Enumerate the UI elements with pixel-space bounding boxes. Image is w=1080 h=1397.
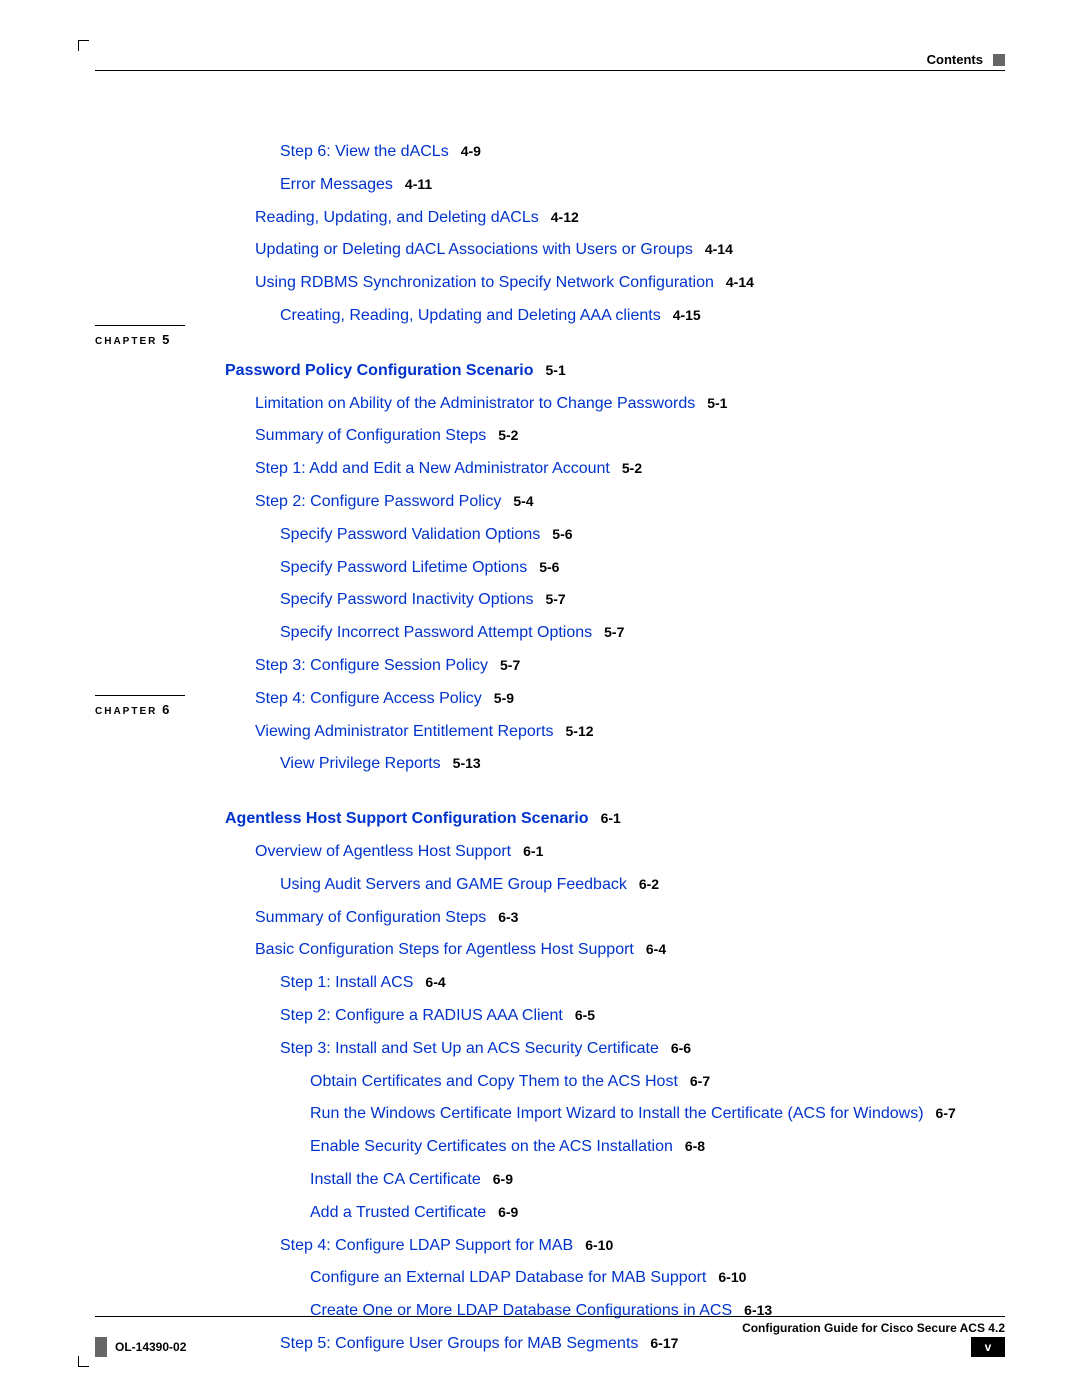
toc-chapter-title[interactable]: Agentless Host Support Configuration Sce… xyxy=(225,810,589,827)
footer-doc-title: Configuration Guide for Cisco Secure ACS… xyxy=(95,1321,1005,1335)
chapter-rule xyxy=(95,325,185,326)
page-ref: 6-7 xyxy=(936,1105,956,1121)
toc-link[interactable]: Error Messages xyxy=(280,176,393,193)
footer-marker-icon xyxy=(95,1337,107,1357)
toc-link[interactable]: Specify Incorrect Password Attempt Optio… xyxy=(280,624,592,641)
header-rule xyxy=(95,70,1005,71)
toc-link[interactable]: Step 3: Configure Session Policy xyxy=(255,657,488,674)
toc-link[interactable]: Summary of Configuration Steps xyxy=(255,909,486,926)
toc-link[interactable]: Using RDBMS Synchronization to Specify N… xyxy=(255,274,714,291)
page-ref: 6-4 xyxy=(425,974,445,990)
toc-link[interactable]: Viewing Administrator Entitlement Report… xyxy=(255,723,554,740)
chapter-rule xyxy=(95,695,185,696)
page-ref: 6-10 xyxy=(585,1237,613,1253)
chapter-label: CHAPTER 5 xyxy=(95,332,169,347)
toc-link[interactable]: Step 4: Configure LDAP Support for MAB xyxy=(280,1237,573,1254)
toc-link[interactable]: Step 6: View the dACLs xyxy=(280,143,449,160)
toc-link[interactable]: Obtain Certificates and Copy Them to the… xyxy=(310,1073,678,1090)
toc-link[interactable]: Run the Windows Certificate Import Wizar… xyxy=(310,1105,924,1122)
page-ref: 5-9 xyxy=(494,690,514,706)
page-ref: 6-1 xyxy=(601,810,621,826)
toc-link[interactable]: Creating, Reading, Updating and Deleting… xyxy=(280,307,661,324)
page-ref: 5-13 xyxy=(453,755,481,771)
chapter-label: CHAPTER 6 xyxy=(95,702,169,717)
footer-page-number: v xyxy=(971,1337,1005,1357)
page-ref: 4-12 xyxy=(551,209,579,225)
page-ref: 6-3 xyxy=(498,909,518,925)
crop-mark-icon xyxy=(78,40,89,51)
page-ref: 5-2 xyxy=(622,460,642,476)
header-label: Contents xyxy=(927,52,983,67)
page-ref: 6-5 xyxy=(575,1007,595,1023)
page-ref: 5-6 xyxy=(539,559,559,575)
page-ref: 5-7 xyxy=(545,591,565,607)
page-ref: 6-10 xyxy=(718,1269,746,1285)
toc-link[interactable]: Basic Configuration Steps for Agentless … xyxy=(255,941,634,958)
toc-link[interactable]: Step 2: Configure Password Policy xyxy=(255,493,501,510)
page-ref: 6-9 xyxy=(498,1204,518,1220)
toc-link[interactable]: Specify Password Validation Options xyxy=(280,526,540,543)
page-ref: 5-1 xyxy=(546,362,566,378)
page-ref: 4-14 xyxy=(705,241,733,257)
page-ref: 6-7 xyxy=(690,1073,710,1089)
footer-rule xyxy=(95,1316,1005,1317)
page-ref: 4-9 xyxy=(461,143,481,159)
crop-mark-icon xyxy=(78,1356,89,1367)
document-page: Contents Step 6: View the dACLs 4-9 Error… xyxy=(0,0,1080,1397)
page-ref: 6-6 xyxy=(671,1040,691,1056)
header-marker-icon xyxy=(993,54,1005,66)
toc-link[interactable]: Using Audit Servers and GAME Group Feedb… xyxy=(280,876,627,893)
toc-link[interactable]: Step 1: Add and Edit a New Administrator… xyxy=(255,460,610,477)
page-footer: Configuration Guide for Cisco Secure ACS… xyxy=(95,1316,1005,1357)
toc-link[interactable]: Summary of Configuration Steps xyxy=(255,427,486,444)
toc-link[interactable]: Configure an External LDAP Database for … xyxy=(310,1269,706,1286)
page-ref: 5-4 xyxy=(513,493,533,509)
page-ref: 6-4 xyxy=(646,941,666,957)
toc-link[interactable]: Install the CA Certificate xyxy=(310,1171,481,1188)
page-ref: 5-7 xyxy=(604,624,624,640)
toc-link[interactable]: Step 4: Configure Access Policy xyxy=(255,690,482,707)
page-ref: 6-1 xyxy=(523,843,543,859)
page-ref: 6-9 xyxy=(493,1171,513,1187)
toc-content: Step 6: View the dACLs 4-9 Error Messages… xyxy=(95,140,1005,1365)
toc-link[interactable]: Step 3: Install and Set Up an ACS Securi… xyxy=(280,1040,659,1057)
toc-link[interactable]: Step 1: Install ACS xyxy=(280,974,413,991)
toc-link[interactable]: Overview of Agentless Host Support xyxy=(255,843,511,860)
toc-link[interactable]: Enable Security Certificates on the ACS … xyxy=(310,1138,673,1155)
toc-chapter-title[interactable]: Password Policy Configuration Scenario xyxy=(225,362,534,379)
page-ref: 5-7 xyxy=(500,657,520,673)
toc-link[interactable]: Updating or Deleting dACL Associations w… xyxy=(255,241,693,258)
page-ref: 5-12 xyxy=(566,723,594,739)
toc-link[interactable]: Step 2: Configure a RADIUS AAA Client xyxy=(280,1007,563,1024)
page-ref: 4-11 xyxy=(405,176,432,192)
toc-link[interactable]: Add a Trusted Certificate xyxy=(310,1204,486,1221)
toc-link[interactable]: Specify Password Inactivity Options xyxy=(280,591,533,608)
toc-link[interactable]: Limitation on Ability of the Administrat… xyxy=(255,395,695,412)
page-header: Contents xyxy=(927,52,1005,67)
page-ref: 6-8 xyxy=(685,1138,705,1154)
page-ref: 4-15 xyxy=(673,307,701,323)
page-ref: 5-2 xyxy=(498,427,518,443)
page-ref: 6-2 xyxy=(639,876,659,892)
page-ref: 5-1 xyxy=(707,395,727,411)
page-ref: 4-14 xyxy=(726,274,754,290)
page-ref: 5-6 xyxy=(552,526,572,542)
footer-doc-number: OL-14390-02 xyxy=(115,1340,186,1354)
toc-link[interactable]: View Privilege Reports xyxy=(280,755,441,772)
toc-link[interactable]: Reading, Updating, and Deleting dACLs xyxy=(255,209,539,226)
toc-link[interactable]: Specify Password Lifetime Options xyxy=(280,559,527,576)
